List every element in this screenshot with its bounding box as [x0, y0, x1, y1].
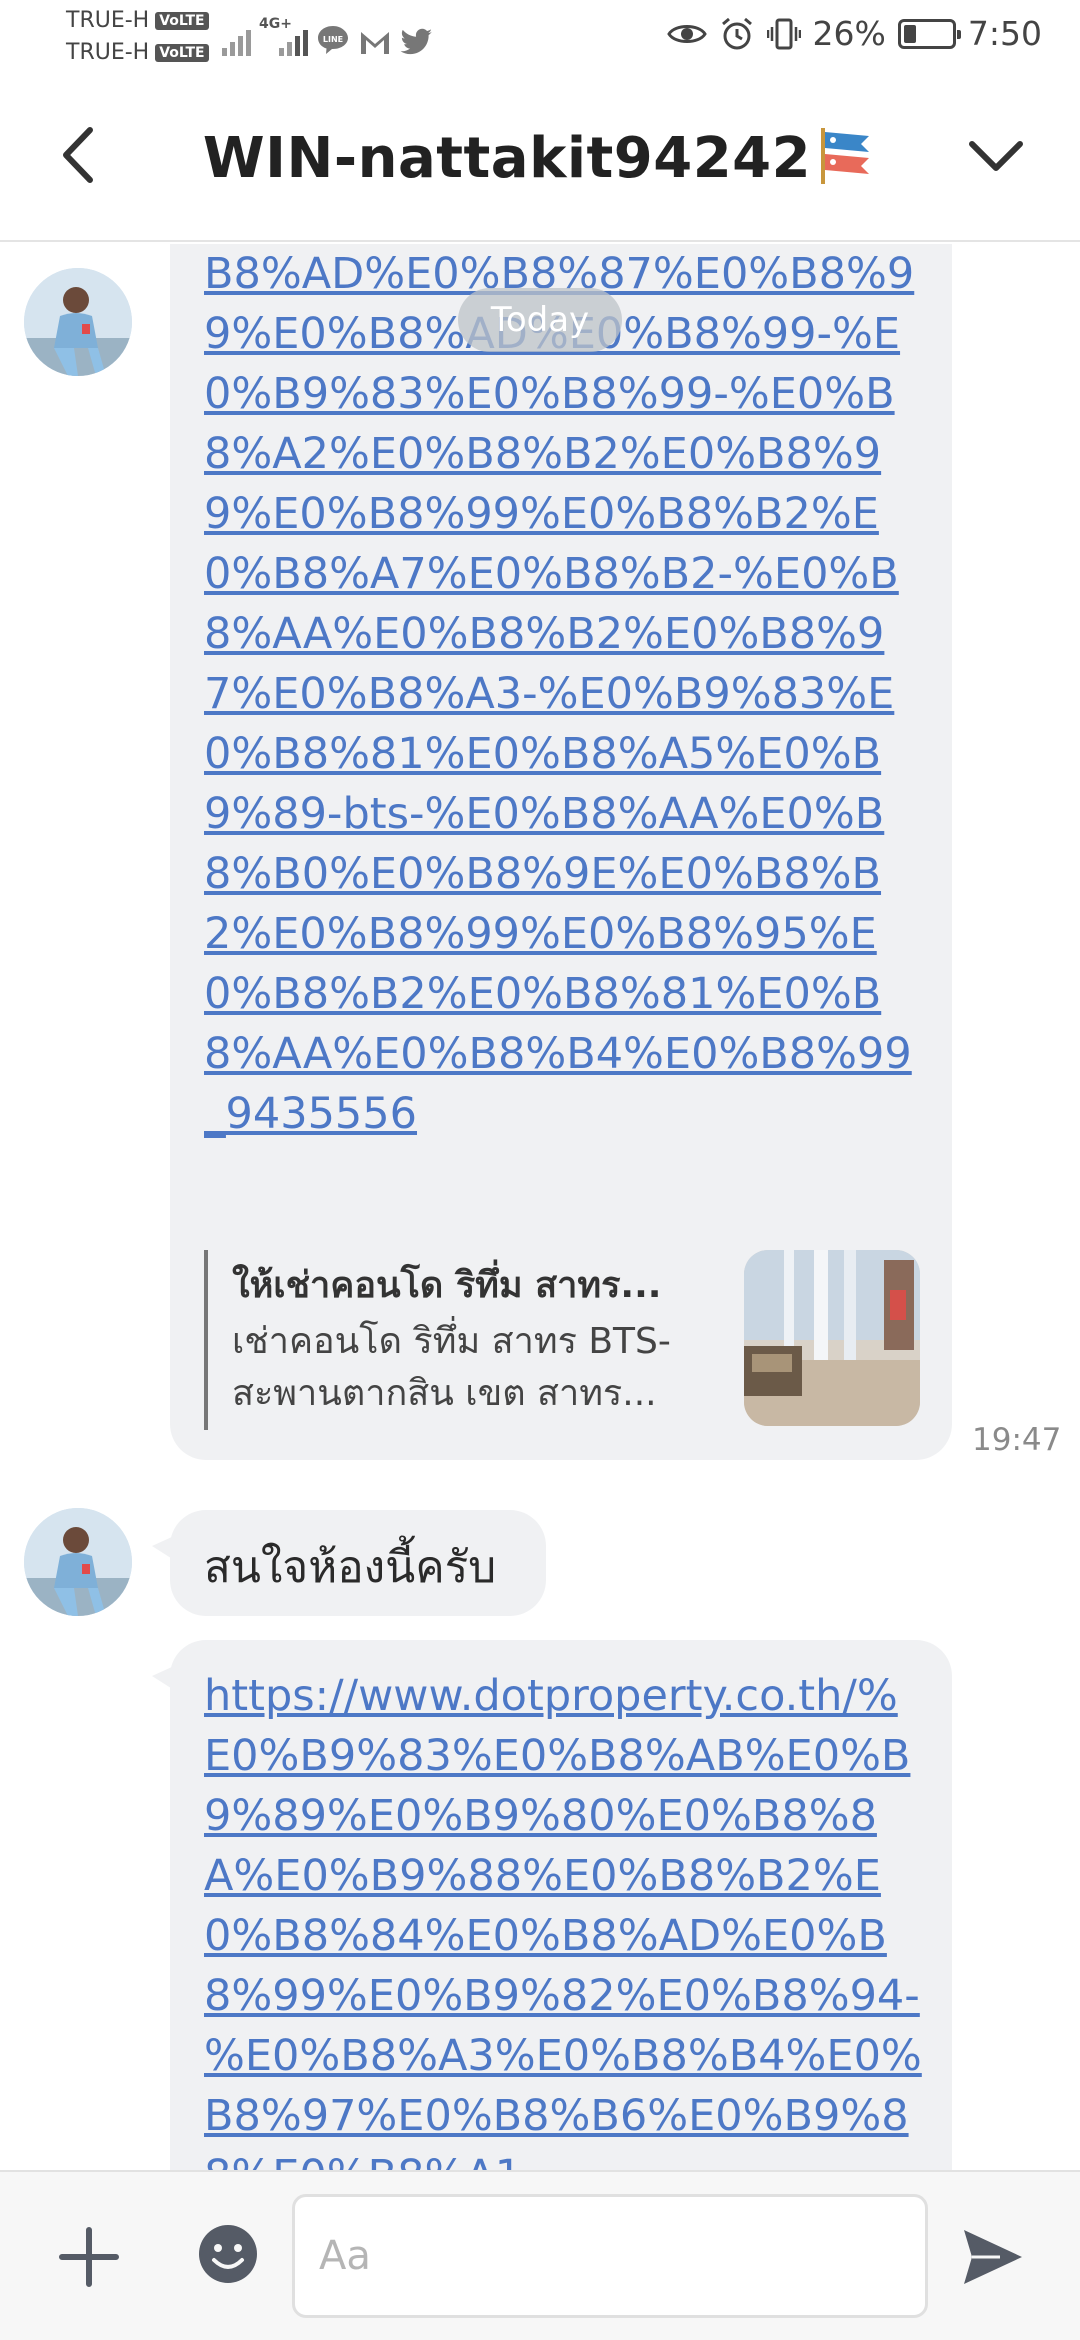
chat-header: WIN-nattakit94242	[0, 78, 1080, 242]
alarm-icon	[721, 17, 752, 49]
send-icon[interactable]	[960, 2224, 1026, 2290]
signal-icon	[222, 26, 251, 56]
chat-title[interactable]: WIN-nattakit94242	[0, 124, 1080, 200]
clock: 7:50	[967, 14, 1042, 53]
preview-description: เช่าคอนโด ริทึ่ม สาทร BTS-สะพานตากสิน เข…	[232, 1321, 671, 1414]
volte-badge: VoLTE	[155, 11, 209, 30]
status-bar: TRUE-H VoLTE TRUE-H VoLTE 4G+ LINE 26% 7…	[0, 0, 1080, 78]
message-link[interactable]: %E0%B8%AB%E0%B9%89%E0%B8%AD%E0%B8%87%E0%…	[204, 244, 924, 1144]
status-icons-left: 4G+ LINE	[222, 16, 434, 56]
koinobori-emoji-icon	[815, 124, 877, 200]
chevron-down-icon[interactable]	[964, 130, 1028, 180]
preview-thumbnail	[744, 1250, 920, 1426]
carrier-1: TRUE-H VoLTE	[66, 8, 209, 33]
avatar-photo	[24, 1508, 132, 1616]
preview-divider	[204, 1250, 208, 1430]
message-link[interactable]: https://www.dotproperty.co.th/%E0%B9%83%…	[204, 1666, 924, 2170]
message-timestamp: 19:47	[972, 1422, 1062, 1458]
preview-title: ให้เช่าคอนโด ริทึ่ม สาทร...	[232, 1265, 662, 1306]
avatar[interactable]	[24, 268, 132, 376]
status-icons-right: 26% 7:50	[666, 14, 1042, 53]
chat-messages[interactable]: %E0%B8%AB%E0%B9%89%E0%B8%AD%E0%B8%87%E0%…	[0, 244, 1080, 2170]
emoji-icon[interactable]	[196, 2222, 260, 2286]
avatar-photo	[24, 268, 132, 376]
battery-percent: 26%	[812, 14, 886, 53]
carrier-1-label: TRUE-H	[66, 8, 150, 33]
twitter-icon	[400, 28, 432, 55]
vibrate-icon	[766, 18, 801, 49]
message-bubble-text[interactable]: สนใจห้องนี้ครับ	[152, 1510, 546, 1616]
link-preview[interactable]: ให้เช่าคอนโด ริทึ่ม สาทร... เช่าคอนโด ริ…	[204, 1250, 920, 1430]
line-app-icon: LINE	[318, 26, 348, 54]
svg-text:LINE: LINE	[323, 35, 343, 44]
message-input[interactable]	[292, 2194, 928, 2318]
message-bubble-link[interactable]: https://www.dotproperty.co.th/%E0%B9%83%…	[152, 1640, 952, 2170]
message-input-bar	[0, 2170, 1080, 2340]
carrier-2-label: TRUE-H	[66, 40, 150, 65]
avatar[interactable]	[24, 1508, 132, 1616]
date-divider: Today	[458, 288, 622, 352]
chat-title-text: WIN-nattakit94242	[202, 126, 812, 192]
eye-icon	[666, 24, 707, 43]
network-type-label: 4G+	[259, 16, 292, 32]
battery-icon	[897, 18, 961, 49]
volte-badge: VoLTE	[155, 43, 209, 62]
gmail-icon	[361, 32, 389, 54]
signal-icon: 4G+	[259, 16, 308, 56]
message-text: สนใจห้องนี้ครับ	[204, 1542, 497, 1593]
plus-icon[interactable]	[54, 2222, 124, 2292]
carrier-2: TRUE-H VoLTE	[66, 40, 209, 65]
